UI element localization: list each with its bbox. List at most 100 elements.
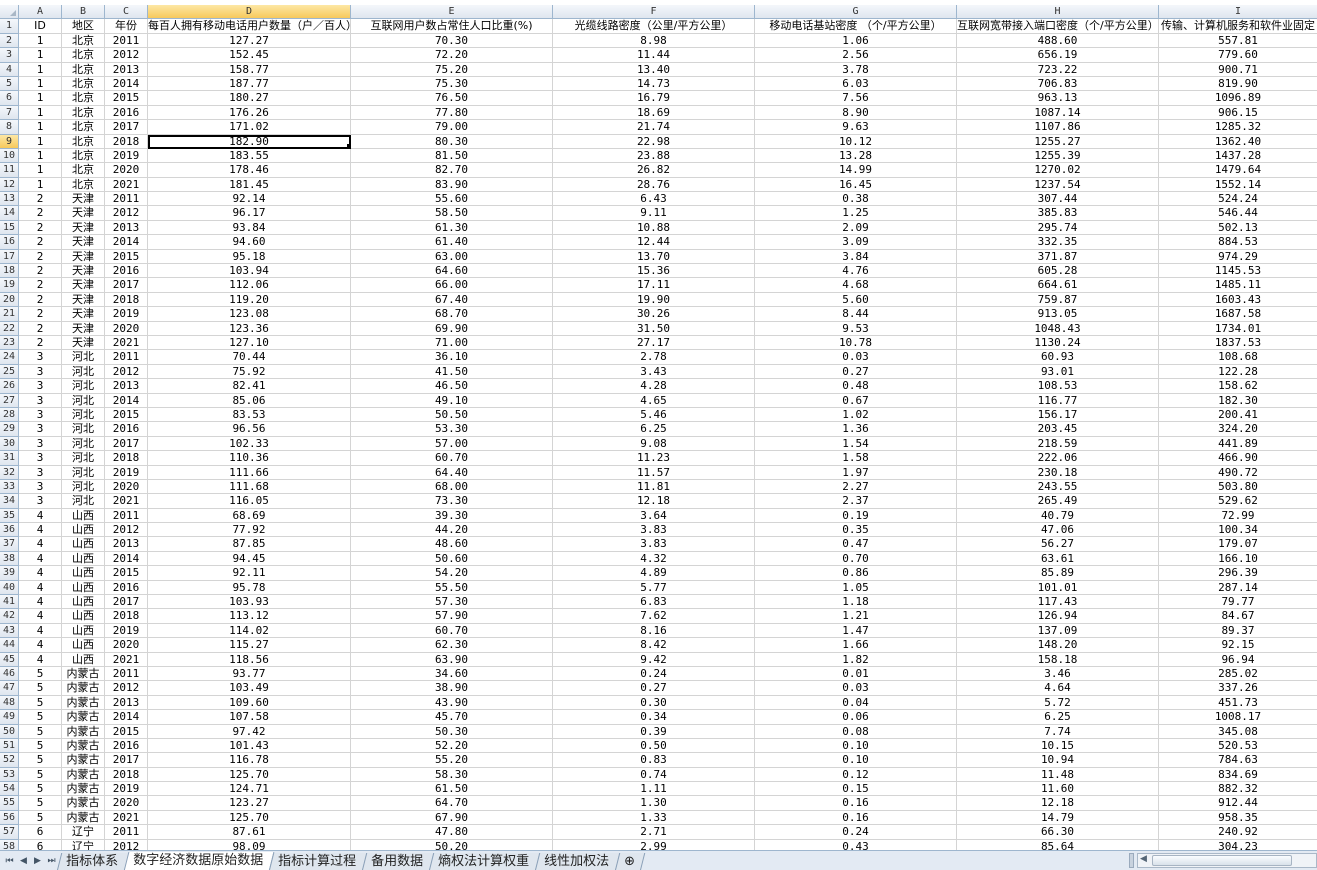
- data-cell[interactable]: 8.98: [553, 33, 755, 49]
- data-cell[interactable]: 山西: [62, 623, 105, 639]
- data-cell[interactable]: 2013: [105, 537, 148, 552]
- data-cell[interactable]: 58.30: [351, 767, 553, 783]
- data-cell[interactable]: 3: [19, 379, 62, 394]
- sheet-nav-button[interactable]: ◀: [18, 856, 29, 866]
- data-cell[interactable]: 2011: [105, 666, 148, 682]
- row-header[interactable]: 1: [0, 19, 19, 34]
- data-cell[interactable]: 44.20: [351, 523, 553, 538]
- data-cell[interactable]: 124.71: [148, 782, 351, 797]
- data-cell[interactable]: 内蒙古: [62, 810, 105, 826]
- data-cell[interactable]: 958.35: [1159, 811, 1317, 826]
- data-cell[interactable]: 114.02: [148, 623, 351, 639]
- data-cell[interactable]: 67.90: [351, 810, 553, 826]
- data-cell[interactable]: 4: [19, 580, 62, 596]
- data-cell[interactable]: 7.62: [553, 609, 755, 624]
- data-cell[interactable]: 40.79: [957, 508, 1159, 524]
- data-cell[interactable]: 山西: [62, 537, 105, 552]
- sheet-nav-button[interactable]: ▶: [32, 856, 43, 866]
- column-header-e[interactable]: E: [351, 5, 553, 20]
- data-cell[interactable]: 2020: [105, 479, 148, 495]
- data-cell[interactable]: 4: [19, 652, 62, 667]
- data-cell[interactable]: 605.28: [957, 264, 1159, 279]
- data-cell[interactable]: 0.03: [755, 681, 957, 696]
- data-cell[interactable]: 1.06: [755, 33, 957, 49]
- data-cell[interactable]: 62.30: [351, 638, 553, 653]
- data-cell[interactable]: 96.56: [148, 422, 351, 437]
- data-cell[interactable]: 87.61: [148, 825, 351, 840]
- data-cell[interactable]: 山西: [62, 595, 105, 610]
- sheet-tab[interactable]: 熵权法计算权重: [428, 852, 541, 870]
- row-header[interactable]: 23: [0, 335, 19, 351]
- row-header[interactable]: 11: [0, 163, 19, 178]
- data-cell[interactable]: 307.44: [957, 192, 1159, 207]
- row-header[interactable]: 32: [0, 465, 19, 480]
- data-cell[interactable]: 2013: [105, 220, 148, 236]
- data-cell[interactable]: 5.77: [553, 580, 755, 596]
- data-cell[interactable]: 779.60: [1159, 48, 1317, 63]
- data-cell[interactable]: 0.03: [755, 350, 957, 365]
- data-cell[interactable]: 5: [19, 796, 62, 811]
- sheet-nav-button[interactable]: ⏭: [46, 856, 57, 866]
- data-cell[interactable]: 345.08: [1159, 725, 1317, 739]
- data-cell[interactable]: 5: [19, 710, 62, 725]
- data-cell[interactable]: 2.78: [553, 350, 755, 365]
- row-header[interactable]: 46: [0, 666, 19, 682]
- data-cell[interactable]: 148.20: [957, 638, 1159, 653]
- data-cell[interactable]: 906.15: [1159, 106, 1317, 121]
- data-cell[interactable]: 2017: [105, 753, 148, 768]
- data-cell[interactable]: 524.24: [1159, 192, 1317, 207]
- scrollbar-thumb[interactable]: [1152, 855, 1292, 866]
- data-cell[interactable]: 1552.14: [1159, 178, 1317, 193]
- row-header[interactable]: 38: [0, 551, 19, 567]
- data-cell[interactable]: 2011: [105, 825, 148, 840]
- data-cell[interactable]: 1687.58: [1159, 307, 1317, 322]
- row-header[interactable]: 33: [0, 479, 19, 495]
- data-cell[interactable]: 14.79: [957, 810, 1159, 826]
- data-cell[interactable]: 5: [19, 753, 62, 768]
- data-cell[interactable]: 2015: [105, 566, 148, 581]
- data-cell[interactable]: 2018: [105, 134, 148, 149]
- data-cell[interactable]: 1.18: [755, 595, 957, 610]
- data-cell[interactable]: 2: [19, 335, 62, 351]
- data-cell[interactable]: 13.28: [755, 148, 957, 164]
- data-cell[interactable]: 天津: [62, 220, 105, 236]
- row-header[interactable]: 54: [0, 782, 19, 797]
- data-cell[interactable]: 3.78: [755, 62, 957, 77]
- data-cell[interactable]: 2: [19, 206, 62, 221]
- data-cell[interactable]: 北京: [62, 148, 105, 164]
- data-cell[interactable]: 13.70: [553, 249, 755, 265]
- row-header[interactable]: 3: [0, 48, 19, 63]
- data-cell[interactable]: 115.27: [148, 638, 351, 653]
- data-cell[interactable]: 7.74: [957, 724, 1159, 739]
- data-cell[interactable]: 72.20: [351, 48, 553, 63]
- data-cell[interactable]: 127.27: [148, 33, 351, 49]
- header-cell[interactable]: 互联网宽带接入端口密度（个/平方公里）: [957, 19, 1159, 34]
- data-cell[interactable]: 109.60: [148, 695, 351, 711]
- data-cell[interactable]: 北京: [62, 48, 105, 63]
- row-header[interactable]: 18: [0, 264, 19, 279]
- row-header[interactable]: 24: [0, 350, 19, 365]
- data-cell[interactable]: 58.50: [351, 206, 553, 221]
- data-cell[interactable]: 83.53: [148, 407, 351, 423]
- data-cell[interactable]: 内蒙古: [62, 666, 105, 682]
- data-cell[interactable]: 45.70: [351, 710, 553, 725]
- data-cell[interactable]: 0.39: [553, 724, 755, 739]
- data-cell[interactable]: 3: [19, 465, 62, 480]
- data-cell[interactable]: 3.84: [755, 249, 957, 265]
- data-cell[interactable]: 3: [19, 451, 62, 466]
- data-cell[interactable]: 93.84: [148, 220, 351, 236]
- data-cell[interactable]: 1237.54: [957, 177, 1159, 193]
- data-cell[interactable]: 119.20: [148, 292, 351, 308]
- data-cell[interactable]: 13.40: [553, 62, 755, 77]
- data-cell[interactable]: 天津: [62, 307, 105, 322]
- data-cell[interactable]: 963.13: [957, 91, 1159, 106]
- row-header[interactable]: 22: [0, 321, 19, 336]
- data-cell[interactable]: 0.12: [755, 767, 957, 783]
- data-cell[interactable]: 0.19: [755, 508, 957, 524]
- data-cell[interactable]: 10.78: [755, 335, 957, 351]
- row-header[interactable]: 51: [0, 738, 19, 754]
- data-cell[interactable]: 6.25: [957, 710, 1159, 725]
- data-cell[interactable]: 天津: [62, 192, 105, 207]
- row-header[interactable]: 6: [0, 91, 19, 106]
- data-cell[interactable]: 6.03: [755, 76, 957, 92]
